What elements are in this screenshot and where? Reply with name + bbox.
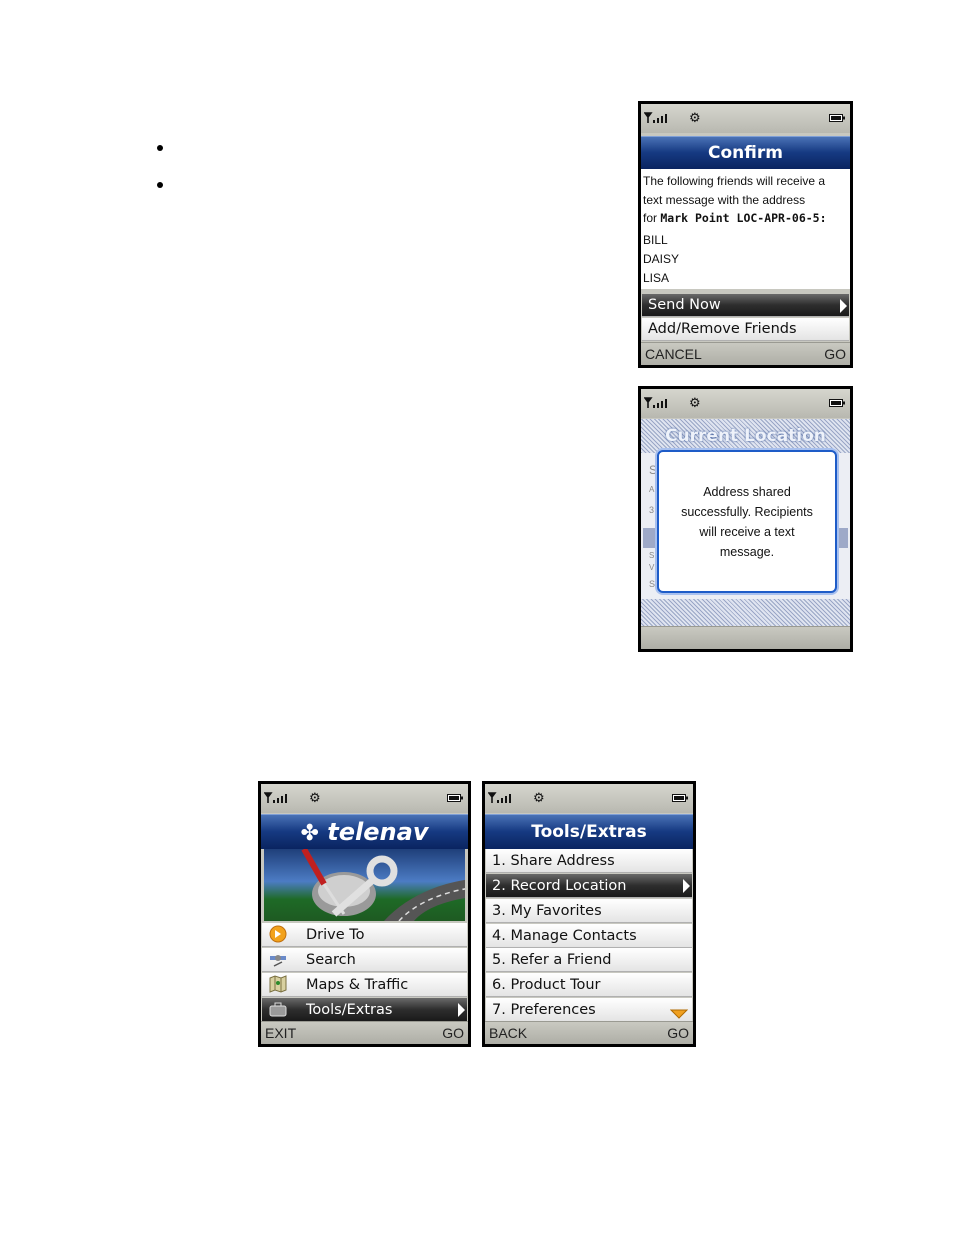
drive-to-label: Drive To [306,927,365,943]
address-name: Mark Point LOC-APR-06-5: [660,211,827,225]
softkey-bar: CANCEL GO [641,342,850,365]
hero-road-image [264,849,465,921]
go-softkey[interactable]: GO [824,343,846,365]
bullet-point-1 [157,145,163,151]
back-softkey[interactable]: BACK [489,1022,527,1044]
recipient-1: BILL [643,233,668,247]
go-softkey[interactable]: GO [442,1022,464,1044]
status-bar: ⚙ [641,389,850,418]
search-item[interactable]: Search [262,948,467,972]
signal-strength-icon [644,112,667,123]
map-icon [268,975,288,993]
message-line-1: The following friends will receive a [643,174,826,188]
confirm-message: The following friends will receive a tex… [641,169,850,289]
signal-strength-icon [264,792,287,803]
dialog-line-4: message. [719,545,775,559]
phone-tools-extras-screen: ⚙ Tools/Extras 1. Share Address 2. Recor… [482,781,696,1047]
tools-menu-item-2[interactable]: 2. Record Location [486,874,692,898]
dialog-line-3: will receive a text [699,525,795,539]
telenav-brand: telenav [327,818,429,846]
tools-extras-item[interactable]: Tools/Extras [262,998,467,1022]
maps-traffic-label: Maps & Traffic [306,977,409,993]
scroll-down-arrow-icon[interactable] [670,1009,688,1019]
for-prefix: for [643,211,658,225]
gps-gear-icon: ⚙ [309,791,321,806]
tools-menu-item-7-label: 7. Preferences [492,1002,596,1018]
battery-icon [829,114,845,122]
dimmed-bottom-band [641,599,850,628]
screen-title: Tools/Extras [485,814,693,849]
battery-icon [447,794,463,802]
signal-strength-icon [644,397,667,408]
underlay-letter: A [649,485,655,494]
address-shared-dialog: Address shared successfully. Recipients … [657,450,837,593]
underlay-letter: 3 [649,505,655,515]
underlay-letter: V [649,563,655,572]
send-now-label: Send Now [648,297,721,313]
screen-title: Current Location [665,426,826,446]
chevron-right-icon [458,1003,465,1017]
dialog-line-1: Address shared [703,485,791,499]
search-satellite-icon [268,950,288,968]
chevron-right-icon [840,299,847,313]
drive-to-icon [268,925,288,943]
softkey-bar: BACK GO [485,1021,693,1044]
dialog-line-2: successfully. Recipients [681,505,813,519]
tools-menu-item-6[interactable]: 6. Product Tour [486,973,692,997]
gps-gear-icon: ⚙ [689,396,701,411]
underlay-letter: S [649,579,656,589]
battery-icon [829,399,845,407]
tools-menu-item-2-label: 2. Record Location [492,878,627,894]
bullet-point-2 [157,182,163,188]
road-wrench-illustration [301,849,465,921]
exit-softkey[interactable]: EXIT [265,1022,296,1044]
phone-telenav-home-screen: ⚙ ✤ telenav Drive To Search Maps & Traff… [258,781,471,1047]
gps-gear-icon: ⚙ [533,791,545,806]
tools-menu-item-3[interactable]: 3. My Favorites [486,899,692,923]
softkey-bar [641,626,850,649]
gps-gear-icon: ⚙ [689,111,701,126]
message-line-3: for Mark Point LOC-APR-06-5: [643,211,827,225]
underlay-letter: S [649,463,658,477]
signal-strength-icon [488,792,511,803]
tools-menu-item-7[interactable]: 7. Preferences [486,998,692,1022]
underlay-right-arrow [836,528,848,548]
battery-icon [672,794,688,802]
status-bar: ⚙ [485,784,693,813]
tools-menu-item-1[interactable]: 1. Share Address [486,849,692,873]
toolbox-icon [268,1000,288,1018]
screen-title: Confirm [641,136,850,169]
phone-current-location-screen: ⚙ Current Location S A 3 S V S Address s… [638,386,853,652]
cancel-softkey[interactable]: CANCEL [645,343,702,365]
message-line-2: text message with the address [643,193,806,207]
recipient-3: LISA [643,271,670,285]
send-now-option[interactable]: Send Now [642,294,849,317]
go-softkey[interactable]: GO [667,1022,689,1044]
chevron-right-icon [683,879,690,893]
underlay-letter: S [649,551,655,560]
add-remove-friends-option[interactable]: Add/Remove Friends [642,318,849,341]
status-bar: ⚙ [641,104,850,133]
phone-confirm-screen: ⚙ Confirm The following friends will rec… [638,101,853,368]
telenav-logo-icon: ✤ [300,821,319,846]
tools-extras-label: Tools/Extras [306,1002,393,1018]
maps-traffic-item[interactable]: Maps & Traffic [262,973,467,997]
tools-menu-item-5[interactable]: 5. Refer a Friend [486,948,692,972]
softkey-bar: EXIT GO [261,1021,468,1044]
add-remove-friends-label: Add/Remove Friends [648,321,797,337]
status-bar: ⚙ [261,784,468,813]
telenav-logo-bar: ✤ telenav [261,814,468,849]
underlay-left-arrow [643,528,655,548]
drive-to-item[interactable]: Drive To [262,923,467,947]
recipient-2: DAISY [643,252,680,266]
search-label: Search [306,952,356,968]
tools-menu-item-4[interactable]: 4. Manage Contacts [486,924,692,948]
